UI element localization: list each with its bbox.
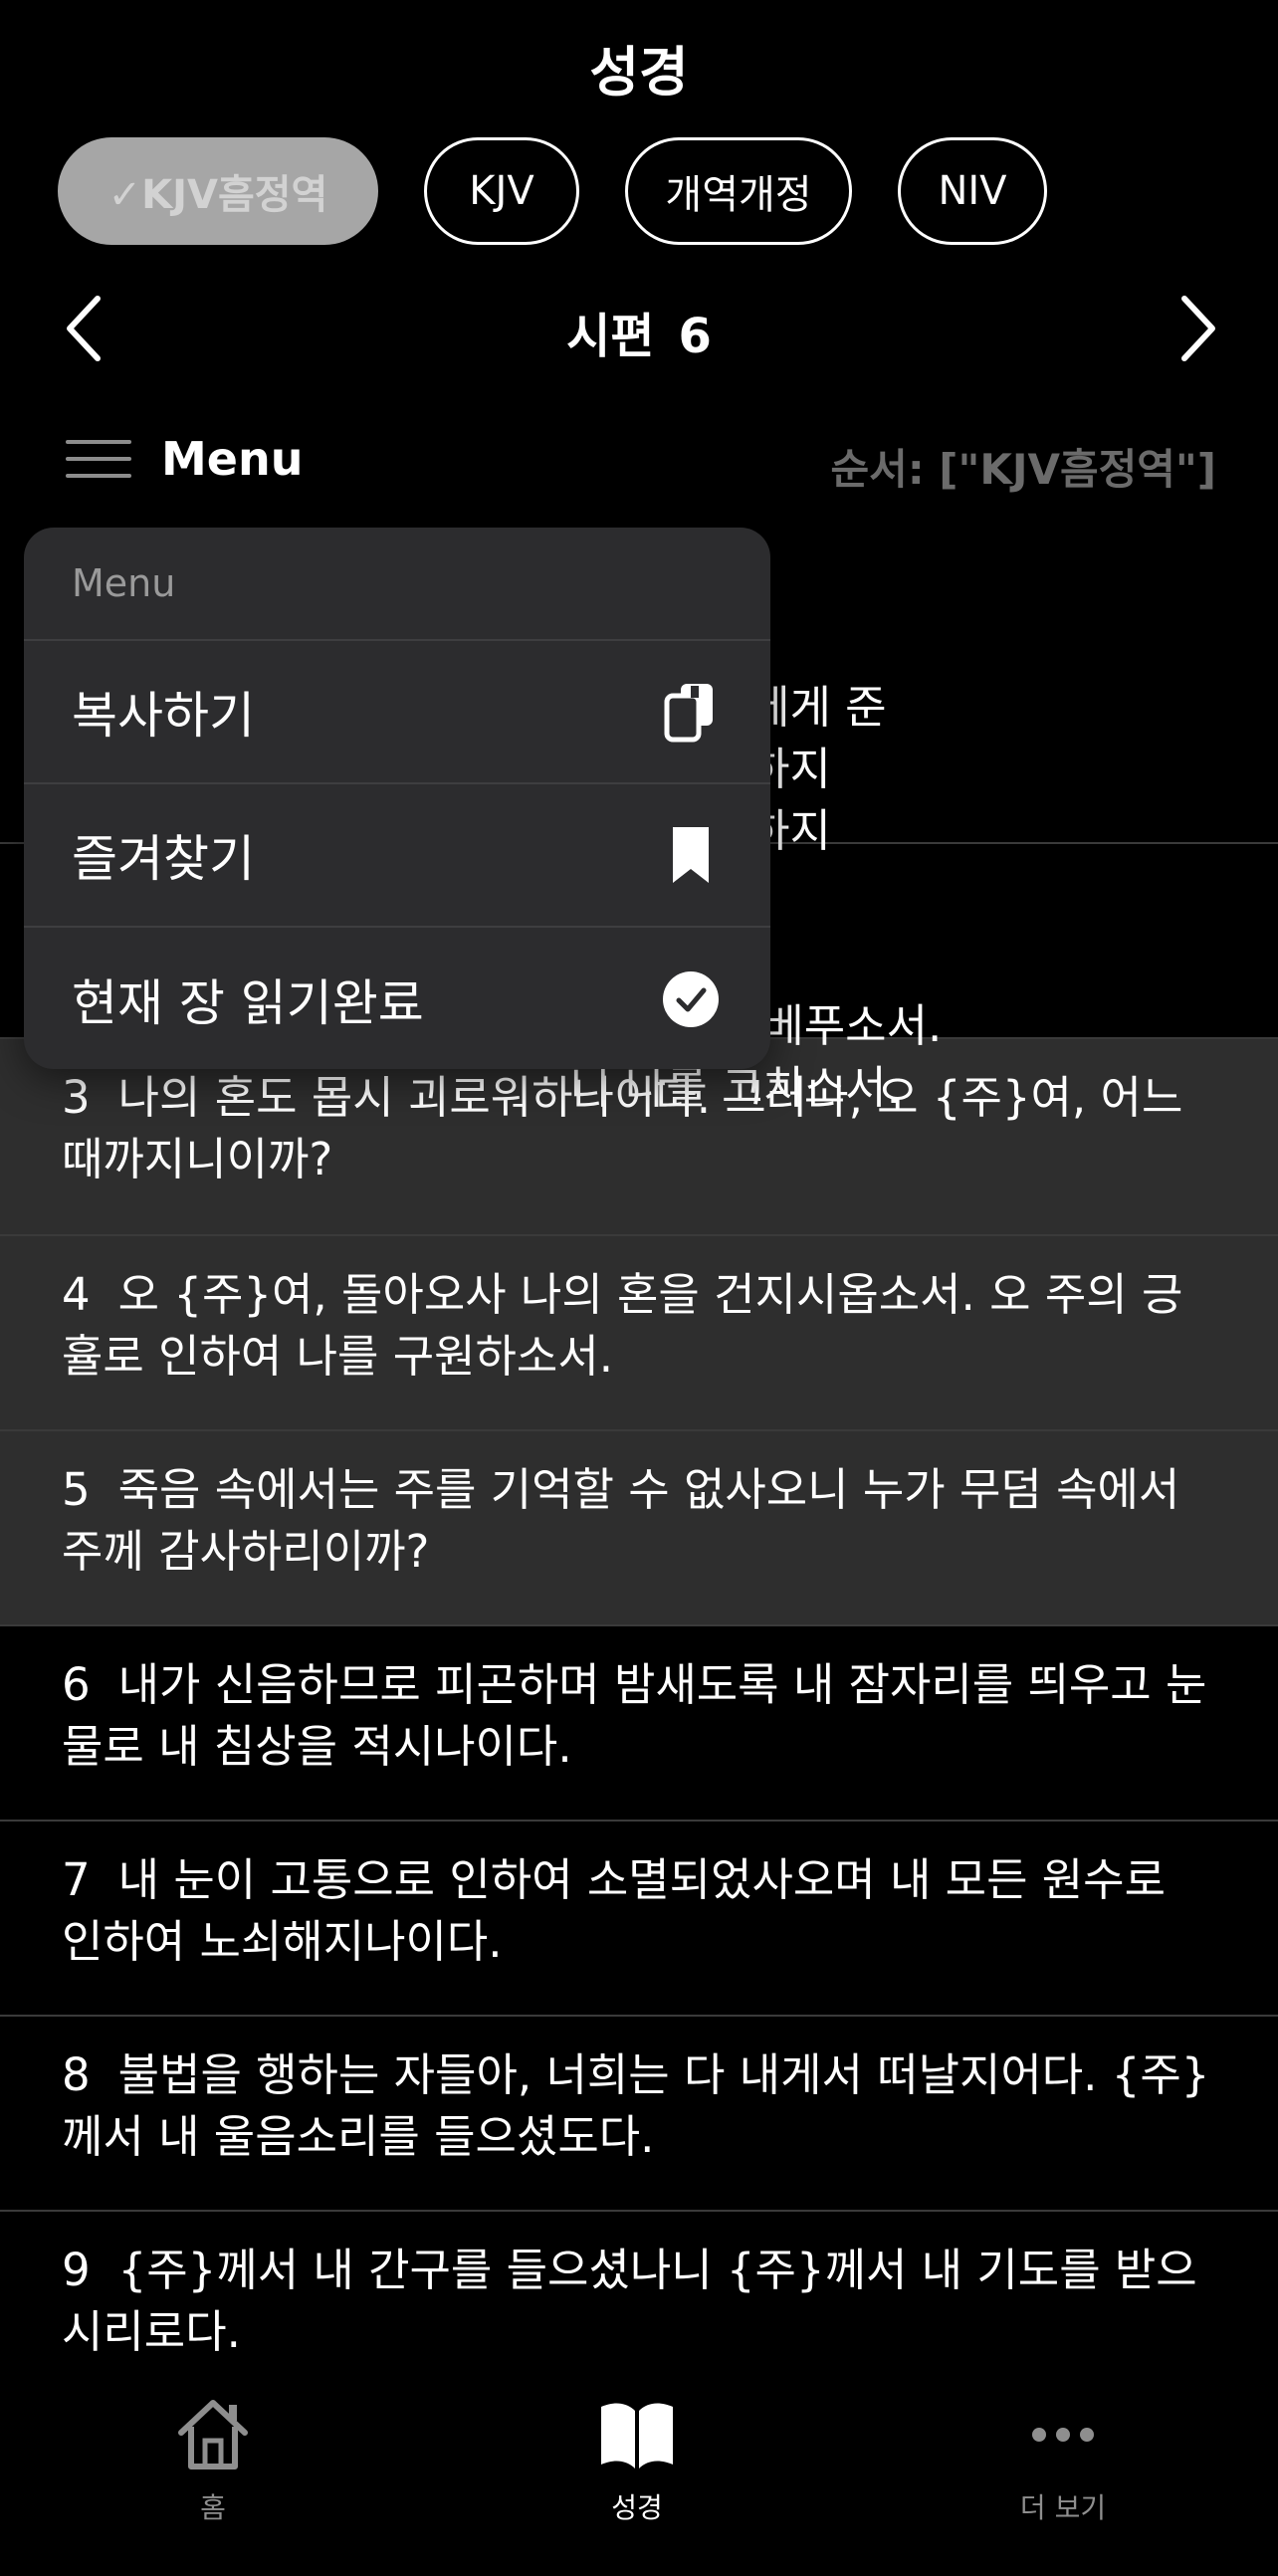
context-menu-header: Menu — [24, 528, 770, 641]
copy-icon — [664, 684, 713, 743]
menu-item-label: 복사하기 — [72, 687, 255, 745]
bookmark-icon — [673, 827, 709, 883]
verse-item-4[interactable]: 4오 {주}여, 돌아오사 나의 혼을 건지시옵소서. 오 주의 긍휼로 인하여… — [0, 1236, 1278, 1431]
version-chip-niv[interactable]: NIV — [898, 137, 1047, 245]
tab-more[interactable]: 더 보기 — [963, 2379, 1163, 2526]
verse-number: 4 — [62, 1268, 91, 1321]
menu-item-label: 현재 장 읽기완료 — [72, 974, 424, 1032]
verse-text: 나의 혼도 몹시 괴로워하나이다. 그러나, 오 {주}여, 어느 때까지니이까… — [62, 1071, 1183, 1185]
version-chip-kjv[interactable]: KJV — [424, 137, 579, 245]
chapter-nav: 시편 6 — [0, 279, 1278, 378]
ellipsis-icon — [1032, 2428, 1094, 2442]
checkmark-circle-icon — [663, 971, 719, 1027]
book-name: 시편 — [566, 309, 655, 364]
tab-bible[interactable]: 성경 — [537, 2379, 737, 2526]
order-label: 순서: ["KJV흠정역"] — [830, 445, 1216, 494]
menu-row: Menu 순서: ["KJV흠정역"] — [0, 422, 1278, 502]
verse-item-9[interactable]: 9 {주}께서 내 간구를 들으셨나니 {주}께서 내 기도를 받으시리로다. — [0, 2212, 1278, 2407]
verse-item-5[interactable]: 5 죽음 속에서는 주를 기억할 수 없사오니 누가 무덤 속에서 주께 감사하리… — [0, 1431, 1278, 1626]
verse-text: 내 눈이 고통으로 인하여 소멸되었사오며 내 모든 원수로 인하여 노쇠해지나… — [62, 1853, 1166, 1968]
verse-item-6[interactable]: 6 내가 신음하므로 피곤하며 밤새도록 내 잠자리를 띄우고 눈물로 내 침상을… — [0, 1626, 1278, 1822]
tab-bar: 홈 성경 더 보기 — [0, 2379, 1278, 2576]
page-title: 성경 — [589, 41, 689, 104]
verse-number: 7 — [62, 1853, 91, 1906]
tab-label: 더 보기 — [1019, 2491, 1107, 2524]
verse-text: 내가 신음하므로 피곤하며 밤새도록 내 잠자리를 띄우고 눈물로 내 침상을 … — [62, 1658, 1207, 1773]
verse-text: 죽음 속에서는 주를 기억할 수 없사오니 누가 무덤 속에서 주께 감사하리이… — [62, 1463, 1180, 1578]
verse-number: 6 — [62, 1658, 91, 1711]
version-selector: ✓KJV흠정역 KJV 개역개정 NIV — [58, 137, 1047, 245]
tab-label: 홈 — [200, 2491, 226, 2524]
verse-number: 5 — [62, 1463, 91, 1516]
context-menu: Menu 복사하기 즐겨찾기 현재 장 읽기완료 — [24, 528, 770, 1069]
verse-text: {주}께서 내 간구를 들으셨나니 {주}께서 내 기도를 받으시리로다. — [62, 2244, 1197, 2358]
chevron-right-icon[interactable] — [1155, 289, 1234, 368]
verse-number: 9 — [62, 2244, 91, 2296]
verse-item-8[interactable]: 8 불법을 행하는 자들아, 너희는 다 내게서 떠날지어다. {주}께서 내 울… — [0, 2017, 1278, 2212]
version-chip-gaeyeok[interactable]: 개역개정 — [625, 137, 852, 245]
verse-item-7[interactable]: 7내 눈이 고통으로 인하여 소멸되었사오며 내 모든 원수로 인하여 노쇠해지… — [0, 1822, 1278, 2017]
menu-item-label: 즐겨찾기 — [72, 830, 255, 888]
hamburger-icon[interactable] — [66, 440, 131, 480]
verse-text: 불법을 행하는 자들아, 너희는 다 내게서 떠날지어다. {주}께서 내 울음… — [62, 2048, 1210, 2163]
menu-button[interactable]: Menu — [161, 432, 303, 486]
book-open-icon — [601, 2403, 673, 2469]
tab-home[interactable]: 홈 — [113, 2379, 313, 2526]
menu-item-copy[interactable]: 복사하기 — [24, 641, 770, 784]
verse-number: 3 — [62, 1071, 91, 1124]
menu-item-mark-read[interactable]: 현재 장 읽기완료 — [24, 928, 770, 1069]
version-chip-kjv-heumjeong[interactable]: ✓KJV흠정역 — [58, 137, 378, 245]
chapter-title[interactable]: 시편 6 — [0, 297, 1278, 366]
chapter-number: 6 — [678, 309, 712, 364]
tab-label: 성경 — [611, 2491, 663, 2524]
home-icon — [178, 2400, 248, 2469]
verse-text: 오 {주}여, 돌아오사 나의 혼을 건지시옵소서. 오 주의 긍휼로 인하여 … — [62, 1268, 1183, 1383]
verse-number: 8 — [62, 2048, 91, 2101]
menu-item-bookmark[interactable]: 즐겨찾기 — [24, 784, 770, 928]
